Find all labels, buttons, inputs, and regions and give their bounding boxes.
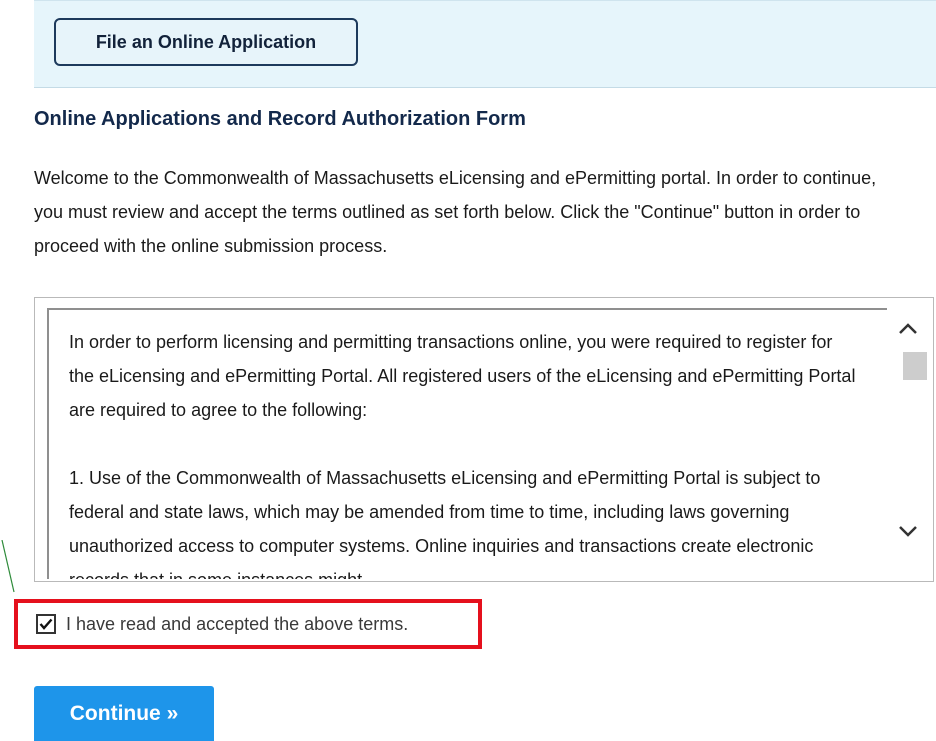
continue-button[interactable]: Continue »: [34, 686, 214, 741]
form-title: Online Applications and Record Authoriza…: [34, 108, 526, 130]
chevron-down-icon[interactable]: [897, 522, 919, 542]
terms-container: In order to perform licensing and permit…: [34, 297, 934, 582]
terms-paragraph: 1. Use of the Commonwealth of Massachuse…: [69, 468, 821, 579]
pointer-arrow-icon: [1, 540, 15, 593]
checkmark-icon: [39, 618, 53, 630]
intro-text: Welcome to the Commonwealth of Massachus…: [34, 168, 877, 256]
file-online-application-button[interactable]: File an Online Application: [54, 18, 358, 66]
accept-terms-row[interactable]: I have read and accepted the above terms…: [14, 599, 482, 649]
terms-scrollbar[interactable]: [887, 298, 933, 581]
terms-paragraph: In order to perform licensing and permit…: [69, 332, 856, 420]
accept-terms-checkbox[interactable]: [36, 614, 56, 634]
scrollbar-thumb[interactable]: [903, 352, 927, 380]
chevron-up-icon[interactable]: [897, 320, 919, 340]
terms-scroll-area[interactable]: In order to perform licensing and permit…: [47, 308, 911, 579]
accept-terms-label[interactable]: I have read and accepted the above terms…: [66, 614, 408, 635]
terms-text: In order to perform licensing and permit…: [69, 325, 859, 579]
